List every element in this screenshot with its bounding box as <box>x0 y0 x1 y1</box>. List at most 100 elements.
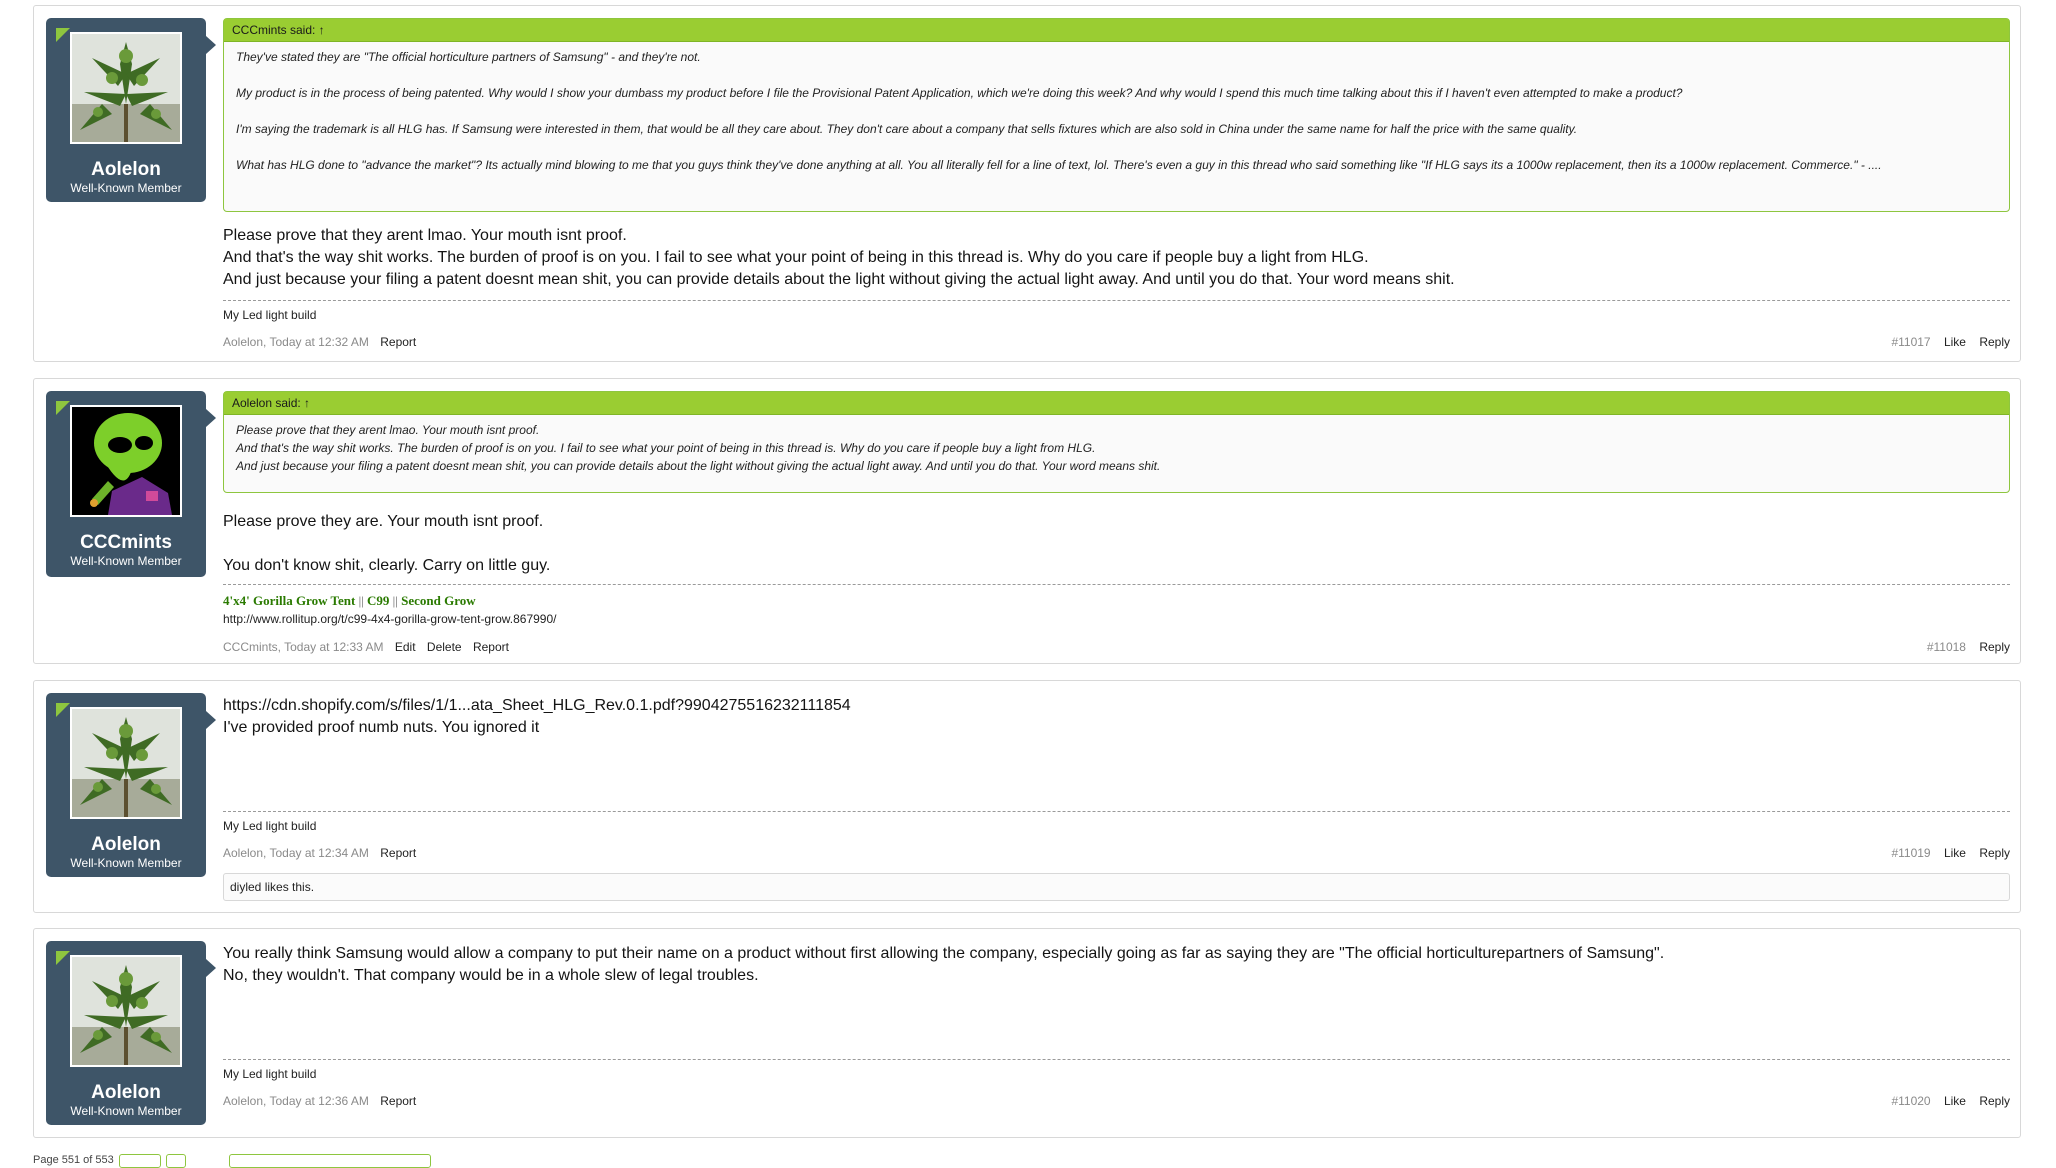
page-label: Page 551 of 553 <box>33 1154 114 1166</box>
username[interactable]: Aolelon <box>46 1083 206 1103</box>
like-link[interactable]: Like <box>1944 1094 1966 1108</box>
user-info-block: Aolelon Well-Known Member <box>46 941 216 1125</box>
post-meta: Aolelon, Today at 12:32 AM Report #11017… <box>223 335 2010 349</box>
post-author-date[interactable]: CCCmints, Today at 12:33 AM <box>223 640 384 654</box>
online-indicator <box>56 28 70 42</box>
signature-link[interactable]: C99 <box>367 593 389 608</box>
likes-text[interactable]: diyled likes this. <box>230 880 314 894</box>
username[interactable]: Aolelon <box>46 160 206 180</box>
avatar[interactable] <box>70 405 182 517</box>
user-info-block: CCCmints Well-Known Member <box>46 391 216 577</box>
post-author-date[interactable]: Aolelon, Today at 12:32 AM <box>223 335 369 349</box>
post-actions: #11020 Like Reply <box>1881 1094 2010 1108</box>
signature-link[interactable]: My Led light build <box>223 308 316 322</box>
quote-text: Please prove that they arent lmao. Your … <box>224 415 2009 485</box>
signature: 4'x4' Gorilla Grow Tent || C99 || Second… <box>223 584 2010 628</box>
report-link[interactable]: Report <box>380 335 416 349</box>
quote-line: What has HLG done to "advance the market… <box>236 158 1882 172</box>
report-link[interactable]: Report <box>380 846 416 860</box>
message-body: Please prove that they arent lmao. Your … <box>223 225 2010 291</box>
reply-link[interactable]: Reply <box>1979 846 2010 860</box>
edit-link[interactable]: Edit <box>395 640 416 654</box>
cannabis-plant-avatar-icon <box>72 957 180 1065</box>
pagination-buttons[interactable] <box>118 1154 161 1168</box>
user-info-block: Aolelon Well-Known Member <box>46 18 216 202</box>
like-link[interactable]: Like <box>1944 846 1966 860</box>
pagination-buttons[interactable] <box>228 1154 431 1168</box>
message-line: You really think Samsung would allow a c… <box>223 945 1665 962</box>
quote-line: And that's the way shit works. The burde… <box>236 441 1096 455</box>
quote-line: They've stated they are "The official ho… <box>236 50 701 64</box>
message-link[interactable]: https://cdn.shopify.com/s/files/1/1...at… <box>223 695 2010 717</box>
message-line: No, they wouldn't. That company would be… <box>223 967 759 984</box>
quote-line: I'm saying the trademark is all HLG has.… <box>236 122 1578 136</box>
post: CCCmints Well-Known Member Aolelon said:… <box>33 378 2021 664</box>
post-content: Aolelon said: ↑ Please prove that they a… <box>223 391 2010 663</box>
quote-line: Please prove that they arent lmao. Your … <box>236 423 540 437</box>
post-meta: Aolelon, Today at 12:34 AM Report #11019… <box>223 846 2010 860</box>
reply-link[interactable]: Reply <box>1979 1094 2010 1108</box>
cannabis-plant-avatar-icon <box>72 34 180 142</box>
signature-link[interactable]: Second Grow <box>401 593 476 608</box>
post-actions: #11017 Like Reply <box>1881 335 2010 349</box>
post-number[interactable]: #11018 <box>1927 640 1966 654</box>
user-title: Well-Known Member <box>70 181 182 195</box>
user-title: Well-Known Member <box>70 554 182 568</box>
avatar[interactable] <box>70 32 182 144</box>
message-line: Please prove that they arent lmao. Your … <box>223 227 627 244</box>
quote-line: My product is in the process of being pa… <box>236 86 1683 100</box>
pagination: Page 551 of 553 <box>33 1154 431 1168</box>
post-number[interactable]: #11020 <box>1891 1094 1930 1108</box>
post-number[interactable]: #11019 <box>1891 846 1930 860</box>
signature-separator: || <box>355 593 368 608</box>
like-link[interactable]: Like <box>1944 335 1966 349</box>
signature: My Led light build <box>223 300 2010 322</box>
online-indicator <box>56 951 70 965</box>
online-indicator <box>56 703 70 717</box>
signature-link[interactable]: My Led light build <box>223 819 316 833</box>
message-body: https://cdn.shopify.com/s/files/1/1...at… <box>223 695 2010 739</box>
post-content: You really think Samsung would allow a c… <box>223 941 2010 1137</box>
message-line: I've provided proof numb nuts. You ignor… <box>223 719 540 736</box>
pagination-buttons[interactable] <box>165 1154 186 1168</box>
report-link[interactable]: Report <box>380 1094 416 1108</box>
post: Aolelon Well-Known Member You really thi… <box>33 928 2021 1138</box>
username[interactable]: CCCmints <box>46 533 206 553</box>
message-body: You really think Samsung would allow a c… <box>223 943 2010 987</box>
signature: My Led light build <box>223 1059 2010 1081</box>
post-content: CCCmints said: ↑ They've stated they are… <box>223 18 2010 361</box>
quote-text: They've stated they are "The official ho… <box>224 42 2009 184</box>
user-title: Well-Known Member <box>70 856 182 870</box>
delete-link[interactable]: Delete <box>427 640 462 654</box>
post: Aolelon Well-Known Member CCCmints said:… <box>33 5 2021 362</box>
post-actions: #11018 Reply <box>1917 640 2010 654</box>
username[interactable]: Aolelon <box>46 835 206 855</box>
online-indicator <box>56 401 70 415</box>
quote-author[interactable]: CCCmints said: ↑ <box>224 19 2009 42</box>
report-link[interactable]: Report <box>473 640 509 654</box>
signature-url[interactable]: http://www.rollitup.org/t/c99-4x4-gorill… <box>223 610 2010 628</box>
message-line: Please prove they are. Your mouth isnt p… <box>223 513 544 530</box>
signature: My Led light build <box>223 811 2010 833</box>
message-line: And that's the way shit works. The burde… <box>223 249 1369 266</box>
message-line: You don't know shit, clearly. Carry on l… <box>223 557 551 574</box>
user-title: Well-Known Member <box>70 1104 182 1118</box>
reply-link[interactable]: Reply <box>1979 640 2010 654</box>
post-number[interactable]: #11017 <box>1891 335 1930 349</box>
post-actions: #11019 Like Reply <box>1881 846 2010 860</box>
signature-link[interactable]: My Led light build <box>223 1067 316 1081</box>
quote-author[interactable]: Aolelon said: ↑ <box>224 392 2009 415</box>
signature-separator: || <box>389 593 402 608</box>
message-line: And just because your filing a patent do… <box>223 271 1455 288</box>
message-body: Please prove they are. Your mouth isnt p… <box>223 511 2010 577</box>
user-info-block: Aolelon Well-Known Member <box>46 693 216 877</box>
post-author-date[interactable]: Aolelon, Today at 12:36 AM <box>223 1094 369 1108</box>
signature-link[interactable]: 4'x4' Gorilla Grow Tent <box>223 593 355 608</box>
post-author-date[interactable]: Aolelon, Today at 12:34 AM <box>223 846 369 860</box>
reply-link[interactable]: Reply <box>1979 335 2010 349</box>
avatar[interactable] <box>70 955 182 1067</box>
quote-line: And just because your filing a patent do… <box>236 459 1161 473</box>
avatar[interactable] <box>70 707 182 819</box>
quote-block: CCCmints said: ↑ They've stated they are… <box>223 18 2010 212</box>
quote-block: Aolelon said: ↑ Please prove that they a… <box>223 391 2010 493</box>
